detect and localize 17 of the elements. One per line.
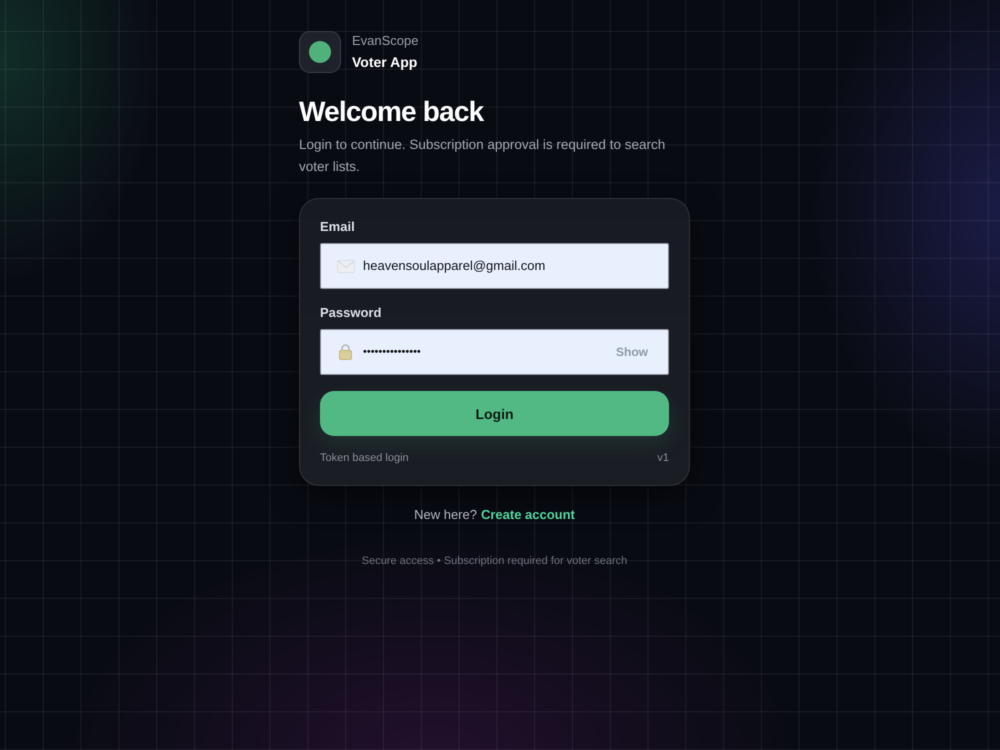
logo-icon <box>299 31 341 73</box>
login-button[interactable]: Login <box>320 391 669 436</box>
page-subtitle: Login to continue. Subscription approval is required to search voter lists. <box>299 136 666 176</box>
email-label: Email <box>320 219 355 235</box>
email-field[interactable]: heavensoulapparel@gmail.com <box>320 243 669 289</box>
page-heading: Welcome back <box>299 95 484 129</box>
password-field[interactable]: ••••••••••••••• Show <box>320 329 669 375</box>
footer-text: Secure access • Subscription required for voter search <box>362 554 628 568</box>
version-label: v1 <box>657 451 669 465</box>
envelope-icon <box>337 260 355 272</box>
signup-prompt: New here? <box>414 507 477 523</box>
padlock-icon <box>339 344 352 360</box>
password-label: Password <box>320 305 382 321</box>
create-account-link[interactable]: Create account <box>480 507 575 523</box>
login-note: Token based login <box>320 451 409 465</box>
app-name: Voter App <box>352 54 418 71</box>
company-name: EvanScope <box>352 33 418 49</box>
